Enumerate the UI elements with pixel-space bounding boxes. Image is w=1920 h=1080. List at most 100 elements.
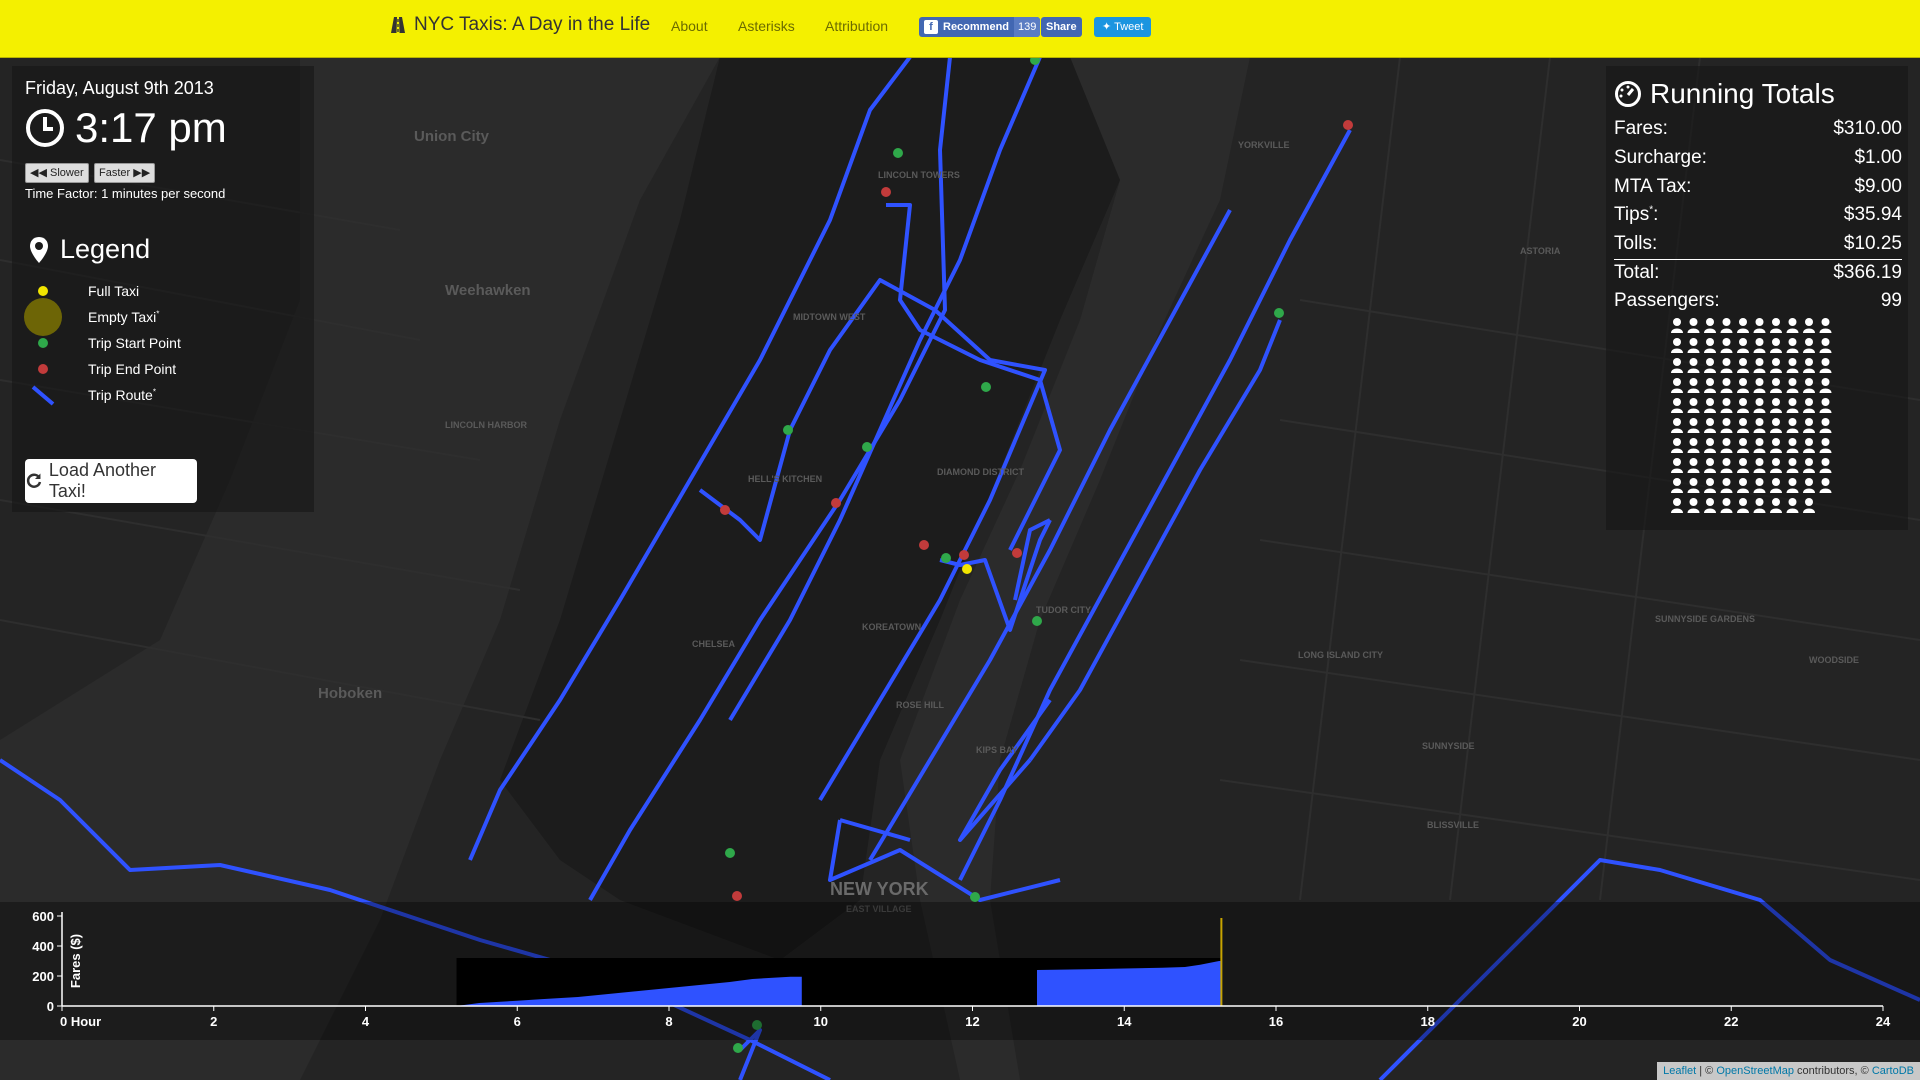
legend-label: Trip Start Point xyxy=(88,335,181,351)
load-button-label: Load Another Taxi! xyxy=(48,460,157,501)
running-totals-title: Running Totals xyxy=(1614,78,1835,110)
passenger-icon xyxy=(1770,478,1782,493)
legend-item-trip-route: Trip Route* xyxy=(25,382,285,408)
passenger-icon xyxy=(1753,458,1766,473)
facebook-icon: f xyxy=(924,20,938,34)
passenger-icon xyxy=(1737,438,1749,453)
passenger-icon xyxy=(1803,458,1815,473)
passenger-icon xyxy=(1704,318,1716,333)
passenger-icon xyxy=(1803,378,1815,393)
left-panel: Friday, August 9th 2013 3:17 pm ◀◀ Slowe… xyxy=(12,66,314,512)
fares-chart: 02004006000 Hour 2 4 6 8 10 12 14 16 18 20 22 24Fare… xyxy=(32,909,1891,1029)
faster-button[interactable]: Faster ▶▶ xyxy=(94,163,156,183)
fares-row: Fares: $310.00 xyxy=(1614,118,1902,139)
y-tick-label: 400 xyxy=(32,939,54,954)
passenger-icon xyxy=(1786,398,1799,413)
passenger-icon xyxy=(1671,498,1683,513)
tolls-row: Tolls: $10.25 xyxy=(1614,233,1902,254)
passenger-icon xyxy=(1704,338,1716,353)
passenger-icon xyxy=(1720,418,1733,433)
passenger-icon xyxy=(1770,378,1782,393)
passenger-icon xyxy=(1687,438,1700,453)
passenger-icon xyxy=(1753,338,1766,353)
x-tick-label: 24 xyxy=(1876,1014,1891,1029)
passenger-icon xyxy=(1687,338,1700,353)
passenger-icon xyxy=(1819,338,1832,353)
facebook-recommend-button[interactable]: f Recommend 139 xyxy=(919,17,1041,37)
carto-link[interactable]: CartoDB xyxy=(1872,1065,1914,1077)
passenger-icon xyxy=(1786,498,1799,513)
passenger-icon xyxy=(1803,358,1815,373)
load-another-taxi-button[interactable]: Load Another Taxi! xyxy=(25,459,197,503)
passenger-icon xyxy=(1753,378,1766,393)
passenger-icon xyxy=(1720,498,1733,513)
map-label: Hoboken xyxy=(318,685,382,702)
passenger-icon xyxy=(1671,458,1683,473)
leaflet-link[interactable]: Leaflet xyxy=(1663,1065,1696,1077)
passenger-icon xyxy=(1737,378,1749,393)
legend-title: Legend xyxy=(28,234,150,265)
dashboard-icon xyxy=(1615,81,1641,107)
passenger-icon xyxy=(1819,418,1832,433)
facebook-share-button[interactable]: Share xyxy=(1041,17,1082,37)
map-label: Weehawken xyxy=(445,282,531,299)
y-axis-label: Fares ($) xyxy=(68,934,83,988)
x-tick-label: 10 xyxy=(814,1014,828,1029)
passenger-icon xyxy=(1704,498,1716,513)
passenger-icon xyxy=(1720,358,1733,373)
passenger-icon xyxy=(1737,338,1749,353)
legend-item-trip-end: Trip End Point xyxy=(25,356,285,382)
map-label: LONG ISLAND CITY xyxy=(1298,650,1383,660)
refresh-icon xyxy=(26,473,42,488)
passenger-icon xyxy=(1737,358,1749,373)
passenger-icon xyxy=(1803,498,1815,513)
legend-item-empty-taxi: Empty Taxi* xyxy=(24,298,285,336)
passenger-icon xyxy=(1720,398,1733,413)
fb-recommend-count: 139 xyxy=(1014,17,1041,37)
passenger-icon xyxy=(1770,318,1782,333)
passenger-icon xyxy=(1687,318,1700,333)
running-totals-title-text: Running Totals xyxy=(1650,78,1835,109)
passenger-icon xyxy=(1671,438,1683,453)
passenger-icon xyxy=(1753,418,1766,433)
passenger-icon xyxy=(1687,358,1700,373)
passenger-icon xyxy=(1720,318,1733,333)
passenger-icon xyxy=(1753,398,1766,413)
nav-link-about[interactable]: About xyxy=(671,18,708,34)
x-tick-label: 18 xyxy=(1421,1014,1435,1029)
passenger-icon xyxy=(1720,338,1733,353)
passenger-icons xyxy=(1670,317,1836,522)
passenger-icon xyxy=(1704,478,1716,493)
slower-button[interactable]: ◀◀ Slower xyxy=(25,163,89,183)
empty-taxi-symbol xyxy=(24,298,62,336)
running-totals-panel: Running Totals Fares: $310.00 Surcharge: $… xyxy=(1606,66,1908,530)
tweet-label: Tweet xyxy=(1114,21,1144,33)
osm-link[interactable]: OpenStreetMap xyxy=(1716,1065,1794,1077)
passenger-icon xyxy=(1786,378,1799,393)
passenger-icon xyxy=(1753,478,1766,493)
passenger-icon xyxy=(1786,478,1799,493)
map-label: Union City xyxy=(414,128,490,145)
time-text: 3:17 pm xyxy=(75,104,227,151)
passenger-icon xyxy=(1671,478,1683,493)
passenger-icon xyxy=(1671,318,1683,333)
tweet-button[interactable]: ✦ Tweet xyxy=(1094,17,1152,37)
map-label: WOODSIDE xyxy=(1809,655,1859,665)
passenger-icon xyxy=(1770,418,1782,433)
passenger-icon xyxy=(1819,378,1832,393)
passenger-icon xyxy=(1803,398,1815,413)
passenger-icon xyxy=(1671,398,1683,413)
clock-icon xyxy=(26,109,64,147)
brand[interactable]: NYC Taxis: A Day in the Life xyxy=(388,14,650,36)
nav-link-asterisks[interactable]: Asterisks xyxy=(738,18,795,34)
clock-row: 3:17 pm xyxy=(25,104,227,152)
map-label: LINCOLN HARBOR xyxy=(445,420,527,430)
x-tick-label: 8 xyxy=(665,1014,672,1029)
legend-title-text: Legend xyxy=(60,234,151,264)
passenger-icon xyxy=(1786,358,1799,373)
nav-link-attribution[interactable]: Attribution xyxy=(825,18,888,34)
passenger-icon xyxy=(1770,358,1782,373)
mta-tax-row: MTA Tax: $9.00 xyxy=(1614,176,1902,197)
y-tick-label: 600 xyxy=(32,909,54,924)
map-label: MIDTOWN WEST xyxy=(793,312,866,322)
